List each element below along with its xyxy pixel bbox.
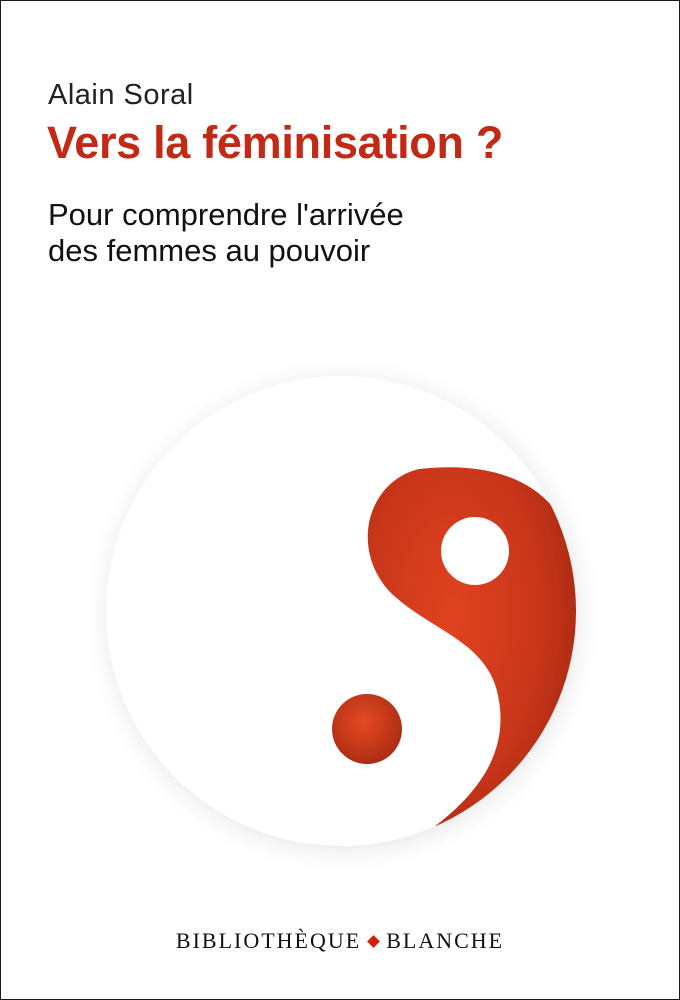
subtitle-line-2: des femmes au pouvoir — [48, 233, 371, 268]
diamond-icon — [367, 935, 381, 948]
yin-yang-icon — [81, 341, 609, 881]
emblem-white-eye — [441, 517, 509, 585]
book-subtitle: Pour comprendre l'arrivée des femmes au … — [48, 197, 404, 269]
book-title: Vers la féminisation ? — [47, 117, 504, 168]
subtitle-line-1: Pour comprendre l'arrivée — [48, 197, 404, 232]
emblem-red-eye — [332, 694, 402, 764]
book-cover: Alain Soral Vers la féminisation ? Pour … — [0, 0, 680, 1000]
collection-name-left: BIBLIOTHÈQUE — [175, 928, 362, 953]
collection-label: BIBLIOTHÈQUE BLANCHE — [1, 928, 679, 954]
collection-name-right: BLANCHE — [386, 928, 505, 953]
author-name: Alain Soral — [48, 79, 194, 111]
